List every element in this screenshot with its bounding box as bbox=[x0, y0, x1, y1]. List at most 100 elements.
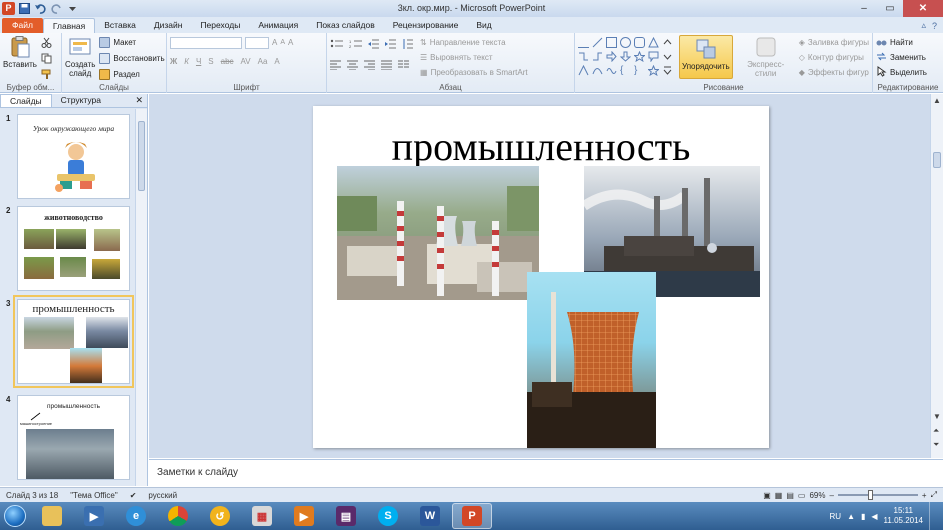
tab-design[interactable]: Дизайн bbox=[145, 18, 192, 33]
normal-view-icon[interactable]: ▣ bbox=[763, 491, 771, 500]
line-shape-icon[interactable] bbox=[578, 37, 589, 48]
tab-home[interactable]: Главная bbox=[42, 18, 96, 33]
arrange-button[interactable]: Упорядочить bbox=[679, 35, 733, 79]
panel-scroll-thumb[interactable] bbox=[138, 121, 145, 191]
network-icon[interactable]: ▮ bbox=[861, 512, 865, 521]
brace-right-shape-icon[interactable]: } bbox=[634, 65, 645, 76]
star5-shape-icon[interactable] bbox=[647, 64, 660, 77]
scroll-up-icon[interactable]: ▲ bbox=[933, 96, 941, 105]
maximize-button[interactable]: ▭ bbox=[877, 0, 903, 17]
close-button[interactable]: ✕ bbox=[903, 0, 943, 17]
more-shapes-down-icon[interactable] bbox=[662, 51, 673, 62]
arrow-down-shape-icon[interactable] bbox=[619, 51, 632, 62]
panel-scrollbar[interactable] bbox=[135, 109, 147, 486]
taskbar-media-player[interactable]: ▶ bbox=[74, 503, 114, 529]
char-spacing-button[interactable]: AV bbox=[241, 57, 251, 66]
section-button[interactable]: Раздел bbox=[99, 67, 164, 82]
slide-thumbnail-selected[interactable]: промышленность bbox=[13, 295, 134, 388]
cut-icon[interactable] bbox=[41, 37, 52, 50]
numbering-icon[interactable]: 12 bbox=[349, 39, 363, 51]
slide-thumbnail[interactable]: животноводство bbox=[17, 206, 130, 291]
brace-left-shape-icon[interactable]: { bbox=[620, 65, 631, 76]
slideshow-icon[interactable]: ▭ bbox=[798, 491, 806, 500]
notes-pane[interactable]: Заметки к слайду bbox=[149, 459, 943, 486]
format-painter-icon[interactable] bbox=[41, 69, 52, 82]
strikethrough-button[interactable]: abc bbox=[221, 57, 234, 66]
theme-name[interactable]: "Тема Office" bbox=[64, 491, 124, 500]
font-color-button[interactable]: A bbox=[274, 57, 279, 66]
clock[interactable]: 15:11 11.05.2014 bbox=[884, 506, 923, 526]
taskbar-video[interactable]: ▶ bbox=[284, 503, 324, 529]
zoom-slider[interactable] bbox=[837, 490, 918, 500]
show-desktop-button[interactable] bbox=[929, 502, 939, 530]
minimize-button[interactable]: – bbox=[851, 0, 877, 17]
align-right-icon[interactable] bbox=[364, 60, 376, 72]
tab-slideshow[interactable]: Показ слайдов bbox=[307, 18, 384, 33]
tab-review[interactable]: Рецензирование bbox=[384, 18, 468, 33]
scroll-down-icon[interactable]: ▼ bbox=[933, 412, 941, 421]
decrease-indent-icon[interactable] bbox=[368, 39, 380, 51]
shapes-gallery[interactable]: { } bbox=[578, 35, 674, 80]
reading-view-icon[interactable]: ▤ bbox=[786, 491, 794, 500]
shadow-button[interactable]: S bbox=[208, 57, 213, 66]
tab-transitions[interactable]: Переходы bbox=[191, 18, 249, 33]
font-name-box[interactable] bbox=[170, 36, 242, 49]
taskbar-film[interactable]: ▤ bbox=[326, 503, 366, 529]
taskbar-explorer[interactable] bbox=[32, 503, 72, 529]
help-icon[interactable]: ? bbox=[932, 21, 937, 31]
align-text-button[interactable]: ☰ Выровнять текст bbox=[420, 50, 528, 65]
triangle-right-shape-icon[interactable] bbox=[578, 64, 589, 76]
arrow-shape-icon[interactable] bbox=[592, 37, 603, 48]
next-slide-icon[interactable]: ⏷ bbox=[933, 440, 939, 450]
slide-title[interactable]: промышленность bbox=[313, 124, 769, 170]
taskbar-app-yellow[interactable]: ↺ bbox=[200, 503, 240, 529]
curve-shape-icon[interactable] bbox=[592, 65, 603, 76]
layout-button[interactable]: Макет bbox=[99, 35, 164, 50]
reset-button[interactable]: Восстановить bbox=[99, 51, 165, 66]
select-button[interactable]: Выделить bbox=[876, 65, 940, 80]
rounded-rect-shape-icon[interactable] bbox=[634, 37, 645, 48]
find-button[interactable]: Найти bbox=[876, 35, 940, 50]
slide-thumbnail[interactable]: Урок окружающего мира bbox=[17, 114, 130, 199]
text-direction-button[interactable]: ⇅ Направление текста bbox=[420, 35, 528, 50]
taskbar-skype[interactable]: S bbox=[368, 503, 408, 529]
language[interactable]: русский bbox=[142, 491, 183, 500]
taskbar-powerpoint[interactable]: P bbox=[452, 503, 492, 529]
taskbar-grid-app[interactable]: ▦ bbox=[242, 503, 282, 529]
shape-outline-button[interactable]: ◇ Контур фигуры bbox=[799, 50, 869, 65]
zoom-in-button[interactable]: + bbox=[922, 491, 927, 500]
more-shapes-up-icon[interactable] bbox=[662, 37, 673, 48]
minimize-ribbon-icon[interactable]: ▵ bbox=[921, 20, 926, 31]
save-icon[interactable] bbox=[18, 2, 31, 15]
prev-slide-icon[interactable]: ⏶ bbox=[933, 426, 939, 436]
slide-scrollbar[interactable]: ▲ ▼ ⏶ ⏷ bbox=[930, 94, 943, 458]
arrow-right-shape-icon[interactable] bbox=[606, 50, 617, 63]
tab-file[interactable]: Файл bbox=[2, 18, 43, 33]
align-left-icon[interactable] bbox=[330, 60, 342, 72]
taskbar-chrome[interactable] bbox=[158, 503, 198, 529]
slide-sorter-icon[interactable]: ▦ bbox=[775, 491, 783, 500]
undo-icon[interactable] bbox=[34, 2, 47, 15]
start-button[interactable] bbox=[0, 502, 30, 530]
cooling-tower-photo[interactable] bbox=[527, 272, 656, 448]
shapes-expand-icon[interactable] bbox=[662, 65, 673, 76]
bullets-icon[interactable] bbox=[330, 39, 344, 51]
taskbar-ie[interactable]: e bbox=[116, 503, 156, 529]
spellcheck-icon[interactable]: ✔ bbox=[124, 491, 143, 500]
callout-shape-icon[interactable] bbox=[648, 51, 659, 63]
font-size-box[interactable] bbox=[245, 36, 269, 49]
columns-icon[interactable] bbox=[398, 60, 410, 72]
shrink-font-button[interactable]: A bbox=[280, 39, 285, 46]
elbow-connector-icon[interactable] bbox=[578, 51, 589, 62]
tab-view[interactable]: Вид bbox=[467, 18, 500, 33]
tray-arrow-icon[interactable]: ▲ bbox=[847, 512, 855, 521]
underline-button[interactable]: Ч bbox=[196, 57, 201, 66]
shape-fill-button[interactable]: ◈ Заливка фигуры bbox=[799, 35, 869, 50]
volume-icon[interactable]: ◀ bbox=[871, 512, 877, 521]
smartart-button[interactable]: ▦ Преобразовать в SmartArt bbox=[420, 65, 528, 80]
justify-icon[interactable] bbox=[381, 60, 393, 72]
copy-icon[interactable] bbox=[41, 53, 52, 66]
zoom-out-button[interactable]: – bbox=[829, 491, 833, 500]
new-slide-button[interactable]: Создать слайд bbox=[65, 35, 95, 82]
clear-format-button[interactable]: A bbox=[288, 38, 293, 47]
